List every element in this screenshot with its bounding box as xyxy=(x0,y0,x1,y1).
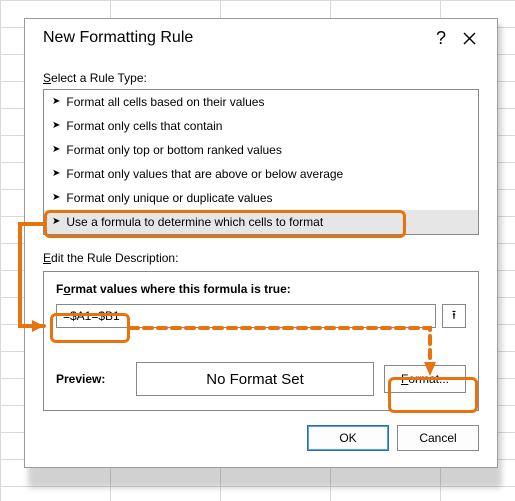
rule-item-label: Format only top or bottom ranked values xyxy=(66,143,281,157)
formula-input[interactable] xyxy=(56,304,436,328)
bullet-icon: ➤ xyxy=(52,97,60,107)
close-icon[interactable] xyxy=(455,24,483,52)
new-formatting-rule-dialog: New Formatting Rule ? Select a Rule Type… xyxy=(24,18,498,468)
preview-box: No Format Set xyxy=(136,362,374,396)
edit-description-label: Edit the Rule Description: xyxy=(43,251,479,265)
rule-item-label: Format only unique or duplicate values xyxy=(66,191,272,205)
format-button[interactable]: Format... xyxy=(384,365,466,393)
rule-item[interactable]: ➤ Format only cells that contain xyxy=(44,114,478,138)
rule-type-list[interactable]: ➤ Format all cells based on their values… xyxy=(43,89,479,235)
bullet-icon: ➤ xyxy=(52,193,60,203)
formula-heading: Format values where this formula is true… xyxy=(56,282,466,296)
rule-item[interactable]: ➤ Format only top or bottom ranked value… xyxy=(44,138,478,162)
collapse-dialog-icon[interactable]: ⭱ xyxy=(442,304,466,328)
dialog-title: New Formatting Rule xyxy=(43,29,427,47)
ok-button[interactable]: OK xyxy=(307,425,389,451)
rule-description-frame: Format values where this formula is true… xyxy=(43,271,479,411)
rule-item-label: Format only cells that contain xyxy=(66,119,222,133)
help-icon[interactable]: ? xyxy=(427,24,455,52)
rule-item[interactable]: ➤ Format only unique or duplicate values xyxy=(44,186,478,210)
cancel-button[interactable]: Cancel xyxy=(397,425,479,451)
rule-item[interactable]: ➤ Format all cells based on their values xyxy=(44,90,478,114)
bullet-icon: ➤ xyxy=(52,121,60,131)
bullet-icon: ➤ xyxy=(52,169,60,179)
rule-item-label: Format only values that are above or bel… xyxy=(66,167,343,181)
rule-type-label: Select a Rule Type: xyxy=(43,71,479,85)
rule-item-label: Use a formula to determine which cells t… xyxy=(66,215,323,229)
rule-item-selected[interactable]: ➤ Use a formula to determine which cells… xyxy=(44,210,478,234)
bullet-icon: ➤ xyxy=(52,145,60,155)
rule-item-label: Format all cells based on their values xyxy=(66,95,264,109)
rule-item[interactable]: ➤ Format only values that are above or b… xyxy=(44,162,478,186)
bullet-icon: ➤ xyxy=(52,217,60,227)
titlebar: New Formatting Rule ? xyxy=(25,19,497,57)
preview-label: Preview: xyxy=(56,372,126,386)
